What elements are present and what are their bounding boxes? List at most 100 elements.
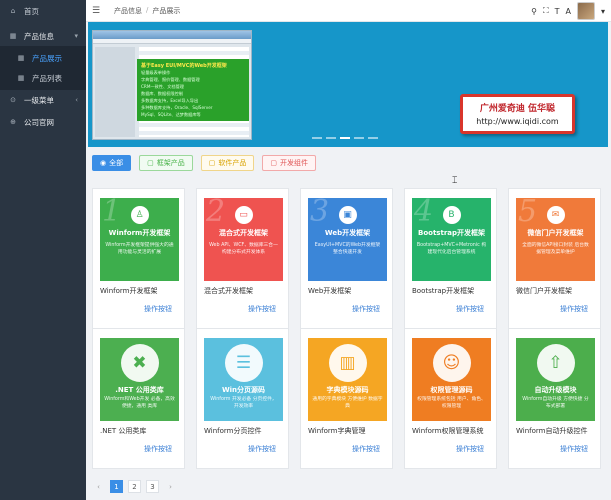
carousel-dot[interactable] xyxy=(354,137,364,139)
product-card[interactable]: 2 ▭ 混合式开发框架 Web API、WCF、数据库三合一 构建分布式开发体系 混合式… xyxy=(196,188,289,329)
product-name: Winform开发框架 xyxy=(100,287,158,295)
page-button[interactable]: 3 xyxy=(146,480,159,493)
page-button[interactable]: 1 xyxy=(110,480,123,493)
carousel-dot-active[interactable] xyxy=(340,137,350,139)
filter-button[interactable]: ◉ 全部 xyxy=(92,155,132,171)
fullscreen-icon[interactable]: ⛶ xyxy=(543,6,549,16)
grid-small-icon: ▦ xyxy=(17,74,25,82)
avatar[interactable] xyxy=(576,2,595,20)
circle-icon: ⊙ xyxy=(10,96,16,104)
product-card[interactable]: 1 ♙ Winform开发框架 Winform开发框架提供强大的通用功能与灵活的扩展 W… xyxy=(92,188,185,329)
banner-carousel[interactable]: 基于Easy EUI/MVC的Web开发框架 轻量级表单操作 字典管理、报价管理、… xyxy=(88,22,608,147)
filter-label: 全部 xyxy=(109,159,124,167)
sidebar-item[interactable]: ▦ 产品信息 ▾ xyxy=(0,24,86,48)
theme-icon[interactable]: T xyxy=(555,7,560,16)
promo-line: 字典管理、报价管理、数据管理 xyxy=(141,77,200,82)
action-button[interactable]: 操作按钮 xyxy=(352,304,380,314)
chevron-down-icon[interactable]: ▾ xyxy=(601,7,605,16)
product-thumbnail[interactable]: 3 ▣ Web开发框架 EasyUI+MVC的Web开发框架 整合快速开发 xyxy=(308,198,387,281)
filter-icon: ▢ xyxy=(270,159,277,167)
card-number: 2 xyxy=(206,198,226,229)
promo-line: 多种数据库支持，Oracle、SqlServer xyxy=(141,105,213,110)
promo-panel: 基于Easy EUI/MVC的Web开发框架 轻量级表单操作 字典管理、报价管理、… xyxy=(137,59,249,121)
product-card[interactable]: ▥ 字典模块源码 通用的字典模块 方便维护 数据字典 Winform字典管理操作按钮 xyxy=(300,328,393,469)
product-card[interactable]: ⇧ 自动升级模块 Winform自动升级 方便快捷 分布式部署 Winform自动升级… xyxy=(508,328,601,469)
carousel-dot[interactable] xyxy=(326,137,336,139)
thumbnail-title: 混合式开发框架 xyxy=(219,229,268,237)
menu-toggle-icon[interactable]: ☰ xyxy=(92,6,110,16)
action-button[interactable]: 操作按钮 xyxy=(456,304,484,314)
thumbnail-desc: EasyUI+MVC的Web开发框架 整合快速开发 xyxy=(314,243,381,255)
filter-icon: ◉ xyxy=(100,159,107,167)
product-card[interactable]: ☰ Win分页源码 Winform 开发必备 分页控件，开发效率 Winform分页控… xyxy=(196,328,289,469)
sidebar-item-label: 产品展示 xyxy=(32,53,62,63)
action-button[interactable]: 操作按钮 xyxy=(352,444,380,454)
sidebar-item[interactable]: ⊕ 公司官网 xyxy=(0,110,86,134)
thumbnail-title: .NET 公用类库 xyxy=(115,386,164,394)
action-button[interactable]: 操作按钮 xyxy=(248,304,276,314)
product-thumbnail[interactable]: ✖ .NET 公用类库 Winform和Web开发 必备，高效便捷，通用 类库 xyxy=(100,338,179,421)
filter-label: 软件产品 xyxy=(218,159,247,167)
action-button[interactable]: 操作按钮 xyxy=(560,304,588,314)
sidebar-item-label: 首页 xyxy=(24,6,39,16)
product-thumbnail[interactable]: 5 ✉ 微信门户开发框架 全面的微信API接口封装 后台数据管理及菜单维护 xyxy=(516,198,595,281)
carousel-dot[interactable] xyxy=(368,137,378,139)
action-button[interactable]: 操作按钮 xyxy=(248,444,276,454)
page-button[interactable]: 2 xyxy=(128,480,141,493)
sidebar: ⌂ 首页 ▦ 产品信息 ▾ ▦ 产品展示 ▦ 产品列表 ⊙ 一级菜单 ‹ ⊕ 公司官网 xyxy=(0,0,86,500)
promo-lines: 轻量级表单操作 字典管理、报价管理、数据管理 CRM一致性、文档管理 数据库、数据权限… xyxy=(141,70,245,118)
thumbnail-title: 权限管理源码 xyxy=(430,386,473,394)
action-button[interactable]: 操作按钮 xyxy=(560,444,588,454)
product-card[interactable]: 3 ▣ Web开发框架 EasyUI+MVC的Web开发框架 整合快速开发 Web开发框… xyxy=(300,188,393,329)
watermark-name: 广州爱奇迪 伍华聪 xyxy=(479,104,556,114)
filter-button[interactable]: ▢ 框架产品 xyxy=(139,155,193,171)
filter-icon: ▢ xyxy=(147,159,154,167)
filter-icon: ▢ xyxy=(208,159,216,167)
product-thumbnail[interactable]: 2 ▭ 混合式开发框架 Web API、WCF、数据库三合一 构建分布式开发体系 xyxy=(204,198,283,281)
action-button[interactable]: 操作按钮 xyxy=(456,444,484,454)
product-thumbnail[interactable]: 4 B Bootstrap开发框架 Bootstrap+MVC+Metronic 构建… xyxy=(412,198,491,281)
prev-page-button[interactable]: ‹ xyxy=(92,480,105,493)
carousel-dot[interactable] xyxy=(312,137,322,139)
product-name: Winform字典管理 xyxy=(308,427,366,435)
watermark: 广州爱奇迪 伍华聪 http://www.iqidi.com xyxy=(460,94,575,134)
product-thumbnail[interactable]: 1 ♙ Winform开发框架 Winform开发框架提供强大的通用功能与灵活的扩展 xyxy=(100,198,179,281)
sidebar-item[interactable]: ▦ 产品列表 xyxy=(0,66,86,90)
product-thumbnail[interactable]: ▥ 字典模块源码 通用的字典模块 方便维护 数据字典 xyxy=(308,338,387,421)
product-name: Bootstrap开发框架 xyxy=(412,287,475,295)
mouse-cursor-icon: ⌶ xyxy=(452,176,458,186)
sidebar-item-label: 产品列表 xyxy=(32,73,62,83)
sidebar-item[interactable]: ⌂ 首页 xyxy=(0,0,86,22)
product-card[interactable]: ✖ .NET 公用类库 Winform和Web开发 必备，高效便捷，通用 类库 .NE… xyxy=(92,328,185,469)
next-page-button[interactable]: › xyxy=(164,480,177,493)
sidebar-item[interactable]: ⊙ 一级菜单 ‹ xyxy=(0,88,86,112)
thumbnail-desc: 通用的字典模块 方便维护 数据字典 xyxy=(312,397,383,409)
product-thumbnail[interactable]: ☺ 权限管理源码 权限管理系统包括 用户、角色、权限管理 xyxy=(412,338,491,421)
filter-bar: ◉ 全部 ▢ 框架产品 ▢ 软件产品 ▢ 开发组件 xyxy=(92,155,316,171)
chevron-left-icon: ‹ xyxy=(75,96,78,104)
card-number: 3 xyxy=(310,198,330,229)
product-name: Winform自动升级控件 xyxy=(516,427,588,435)
product-thumbnail[interactable]: ☰ Win分页源码 Winform 开发必备 分页控件，开发效率 xyxy=(204,338,283,421)
product-thumbnail[interactable]: ⇧ 自动升级模块 Winform自动升级 方便快捷 分布式部署 xyxy=(516,338,595,421)
breadcrumb-item-product-info[interactable]: 产品信息 xyxy=(114,6,142,16)
product-card[interactable]: 5 ✉ 微信门户开发框架 全面的微信API接口封装 后台数据管理及菜单维护微信门户开发… xyxy=(508,188,601,329)
watermark-url: http://www.iqidi.com xyxy=(476,117,559,126)
product-name: 微信门户开发框架 xyxy=(516,287,572,295)
promo-line: MySql、SQLite、达梦数据库等 xyxy=(141,112,201,117)
filter-button[interactable]: ▢ 软件产品 xyxy=(200,155,255,171)
product-card[interactable]: ☺ 权限管理源码 权限管理系统包括 用户、角色、权限管理 Winform权限管理系统操… xyxy=(404,328,497,469)
translate-icon[interactable]: A xyxy=(566,7,571,16)
thumbnail-title: Win分页源码 xyxy=(221,386,266,394)
filter-button[interactable]: ▢ 开发组件 xyxy=(262,155,316,171)
promo-line: 多数据库支持，Excel导入导出 xyxy=(141,98,199,103)
window-menubar xyxy=(93,39,251,44)
product-name: Winform分页控件 xyxy=(204,427,262,435)
product-name: Web开发框架 xyxy=(308,287,352,295)
action-button[interactable]: 操作按钮 xyxy=(144,304,172,314)
action-button[interactable]: 操作按钮 xyxy=(144,444,172,454)
search-icon[interactable]: ⚲ xyxy=(531,7,537,16)
thumbnail-desc: Winform和Web开发 必备，高效便捷，通用 类库 xyxy=(104,397,175,409)
promo-line: CRM一致性、文档管理 xyxy=(141,84,184,89)
product-card[interactable]: 4 B Bootstrap开发框架 Bootstrap+MVC+Metronic 构建… xyxy=(404,188,497,329)
